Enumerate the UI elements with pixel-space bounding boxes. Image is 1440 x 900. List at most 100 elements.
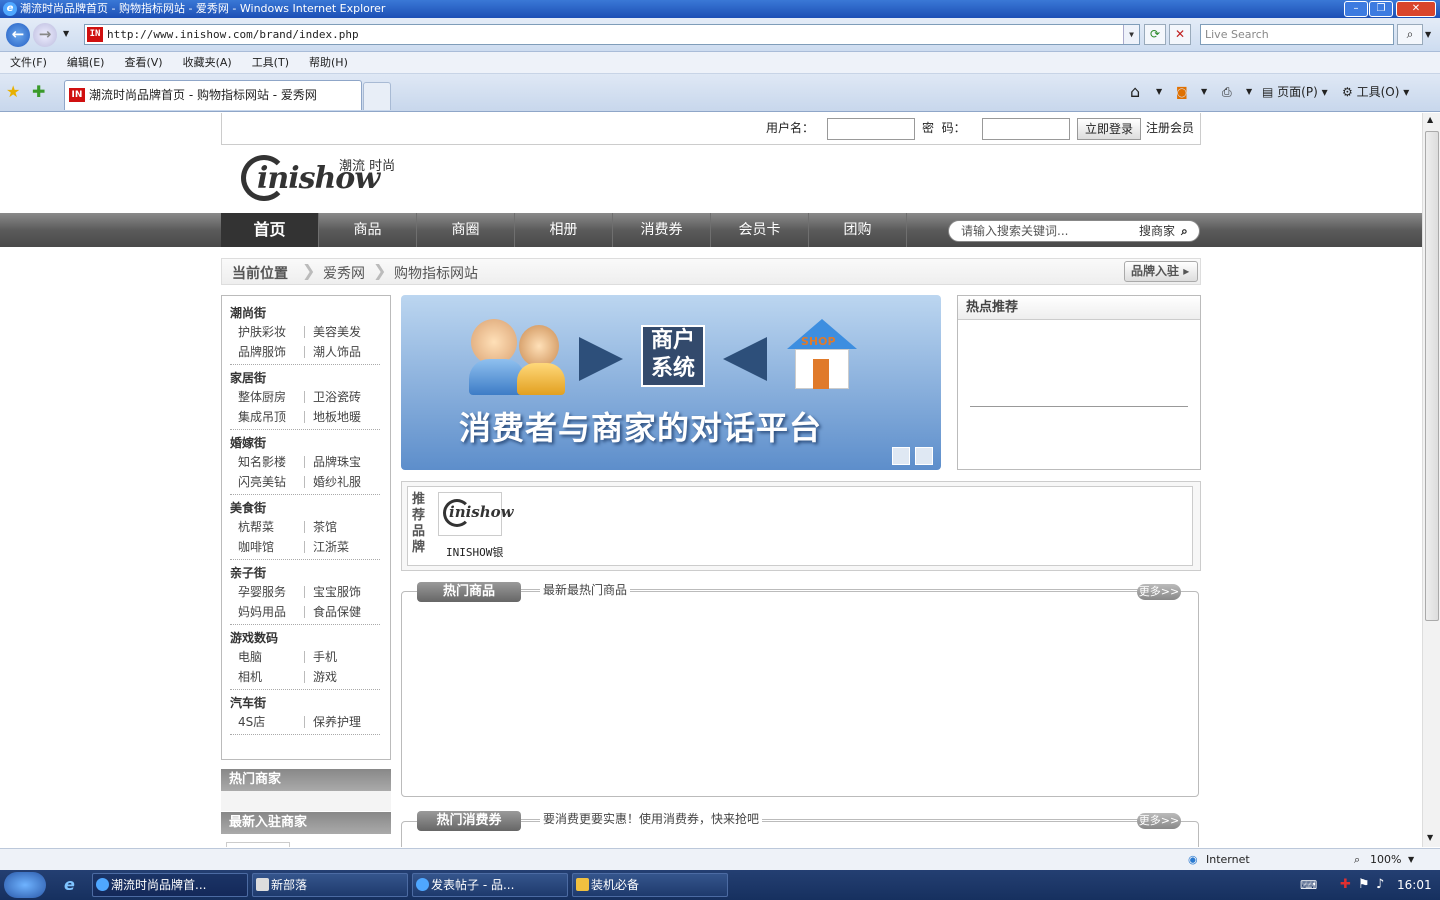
merchant-search-input[interactable]: 请输入搜索关键词... 搜商家 ⌕ <box>948 220 1200 242</box>
register-link[interactable]: 注册会员 <box>1146 119 1194 136</box>
taskbar-item-ie-active[interactable]: 潮流时尚品牌首... <box>92 873 248 897</box>
magnifier-icon[interactable]: ⌕ <box>1181 221 1188 241</box>
category-link[interactable]: 卫浴瓷砖 <box>313 387 361 407</box>
print-dropdown-icon[interactable]: ▼ <box>1246 82 1252 102</box>
taskbar-item-folder[interactable]: 装机必备 <box>572 873 728 897</box>
category-link[interactable]: 护肤彩妆 <box>238 322 286 342</box>
category-link[interactable]: 品牌服饰 <box>238 342 286 362</box>
category-link[interactable]: 相机 <box>238 667 262 687</box>
category-title[interactable]: 潮尚街 <box>230 304 382 322</box>
scrollbar-thumb[interactable] <box>1425 131 1439 621</box>
menu-file[interactable]: 文件(F) <box>10 56 47 69</box>
favorites-star-icon[interactable]: ★ <box>6 82 20 101</box>
category-link[interactable]: 美容美发 <box>313 322 361 342</box>
category-title[interactable]: 汽车街 <box>230 694 382 712</box>
site-logo[interactable]: inishow 潮流 时尚 <box>241 151 411 207</box>
history-dropdown-icon[interactable]: ▼ <box>63 29 69 38</box>
hot-coupons-more-button[interactable]: 更多>> <box>1137 813 1181 829</box>
zoom-icon[interactable]: ⌕ <box>1354 849 1360 871</box>
category-link[interactable]: 宝宝服饰 <box>313 582 361 602</box>
category-title[interactable]: 婚嫁街 <box>230 434 382 452</box>
hot-goods-more-button[interactable]: 更多>> <box>1137 584 1181 600</box>
tab-active[interactable]: IN 潮流时尚品牌首页 - 购物指标网站 - 爱秀网 <box>64 80 362 110</box>
category-link[interactable]: 品牌珠宝 <box>313 452 361 472</box>
category-link[interactable]: 整体厨房 <box>238 387 286 407</box>
category-link[interactable]: 手机 <box>313 647 337 667</box>
nav-coupons[interactable]: 消费券 <box>613 213 711 247</box>
tray-network-icon[interactable]: ⚑ <box>1358 870 1370 900</box>
category-link[interactable]: 杭帮菜 <box>238 517 274 537</box>
keyboard-icon[interactable]: ⌨ <box>1300 870 1317 900</box>
category-link[interactable]: 4S店 <box>238 712 265 732</box>
nav-goods[interactable]: 商品 <box>319 213 417 247</box>
category-title[interactable]: 美食街 <box>230 499 382 517</box>
zoom-level[interactable]: 100% <box>1370 849 1401 871</box>
category-link[interactable]: 婚纱礼服 <box>313 472 361 492</box>
category-title[interactable]: 游戏数码 <box>230 629 382 647</box>
brand-logo-inishow[interactable]: inishow <box>438 492 514 536</box>
hero-banner[interactable]: 商户 系统 SHOP 消费者与商家的对话平台 <box>401 295 941 470</box>
back-button[interactable]: ← <box>6 23 30 47</box>
category-link[interactable]: 咖啡馆 <box>238 537 274 557</box>
taskbar-item-post[interactable]: 发表帖子 - 品... <box>412 873 568 897</box>
menu-help[interactable]: 帮助(H) <box>309 56 348 69</box>
quicklaunch-ie-icon[interactable]: e <box>64 870 75 900</box>
category-link[interactable]: 闪亮美钻 <box>238 472 286 492</box>
password-input[interactable] <box>982 118 1070 140</box>
address-dropdown-icon[interactable]: ▼ <box>1123 25 1139 44</box>
hot-coupons-tab[interactable]: 热门消费券 <box>417 811 521 831</box>
category-link[interactable]: 电脑 <box>238 647 262 667</box>
address-input[interactable]: IN http://www.inishow.com/brand/index.ph… <box>84 24 1140 45</box>
brand-join-button[interactable]: 品牌入驻 ▸ <box>1124 261 1198 282</box>
zoom-dropdown-icon[interactable]: ▼ <box>1408 849 1414 871</box>
breadcrumb-item-home[interactable]: 爱秀网 <box>323 263 365 283</box>
category-title[interactable]: 亲子街 <box>230 564 382 582</box>
category-link[interactable]: 地板地暖 <box>313 407 361 427</box>
feeds-dropdown-icon[interactable]: ▼ <box>1201 82 1207 102</box>
banner-dot-2[interactable] <box>915 447 933 465</box>
home-icon[interactable]: ⌂ <box>1130 82 1140 102</box>
nav-group-buy[interactable]: 团购 <box>809 213 907 247</box>
new-merchants-item[interactable] <box>226 842 290 847</box>
category-link[interactable]: 游戏 <box>313 667 337 687</box>
category-link[interactable]: 潮人饰品 <box>313 342 361 362</box>
tools-menu[interactable]: ⚙ 工具(O) ▾ <box>1342 82 1409 102</box>
menu-edit[interactable]: 编辑(E) <box>67 56 105 69</box>
category-link[interactable]: 妈妈用品 <box>238 602 286 622</box>
minimize-button[interactable]: – <box>1344 1 1368 17</box>
add-favorites-icon[interactable]: ✚ <box>32 82 45 101</box>
category-link[interactable]: 茶馆 <box>313 517 337 537</box>
search-merchant-button[interactable]: 搜商家 <box>1139 221 1175 241</box>
live-search-input[interactable]: Live Search <box>1200 24 1394 45</box>
new-tab-button[interactable] <box>363 82 391 110</box>
home-dropdown-icon[interactable]: ▼ <box>1156 82 1162 102</box>
nav-home[interactable]: 首页 <box>221 213 319 247</box>
login-button[interactable]: 立即登录 <box>1077 118 1141 140</box>
feeds-icon[interactable]: ◙ <box>1176 82 1188 102</box>
refresh-button[interactable]: ⟳ <box>1144 24 1166 45</box>
category-link[interactable]: 集成吊顶 <box>238 407 286 427</box>
maximize-button[interactable]: ❐ <box>1369 1 1393 17</box>
search-icon[interactable]: ⌕ <box>1397 24 1423 45</box>
banner-dot-1[interactable] <box>892 447 910 465</box>
menu-view[interactable]: 查看(V) <box>124 56 162 69</box>
close-window-button[interactable]: ✕ <box>1396 1 1436 17</box>
category-link[interactable]: 孕婴服务 <box>238 582 286 602</box>
system-clock[interactable]: 16:01 <box>1397 870 1432 900</box>
category-link[interactable]: 江浙菜 <box>313 537 349 557</box>
category-link[interactable]: 保养护理 <box>313 712 361 732</box>
scroll-down-icon[interactable]: ▼ <box>1427 833 1433 842</box>
scroll-up-icon[interactable]: ▲ <box>1427 115 1433 124</box>
page-scrollbar[interactable]: ▲ ▼ <box>1422 113 1440 847</box>
print-icon[interactable]: ⎙ <box>1222 82 1232 102</box>
username-input[interactable] <box>827 118 915 140</box>
nav-shopping-circle[interactable]: 商圈 <box>417 213 515 247</box>
forward-button[interactable]: → <box>33 23 57 47</box>
menu-tools[interactable]: 工具(T) <box>252 56 289 69</box>
taskbar-item-tribe[interactable]: 新部落 <box>252 873 408 897</box>
brand-name[interactable]: INISHOW银 <box>446 544 503 560</box>
category-link[interactable]: 食品保健 <box>313 602 361 622</box>
hot-goods-tab[interactable]: 热门商品 <box>417 582 521 602</box>
nav-member-card[interactable]: 会员卡 <box>711 213 809 247</box>
search-dropdown-icon[interactable]: ▼ <box>1425 30 1431 39</box>
